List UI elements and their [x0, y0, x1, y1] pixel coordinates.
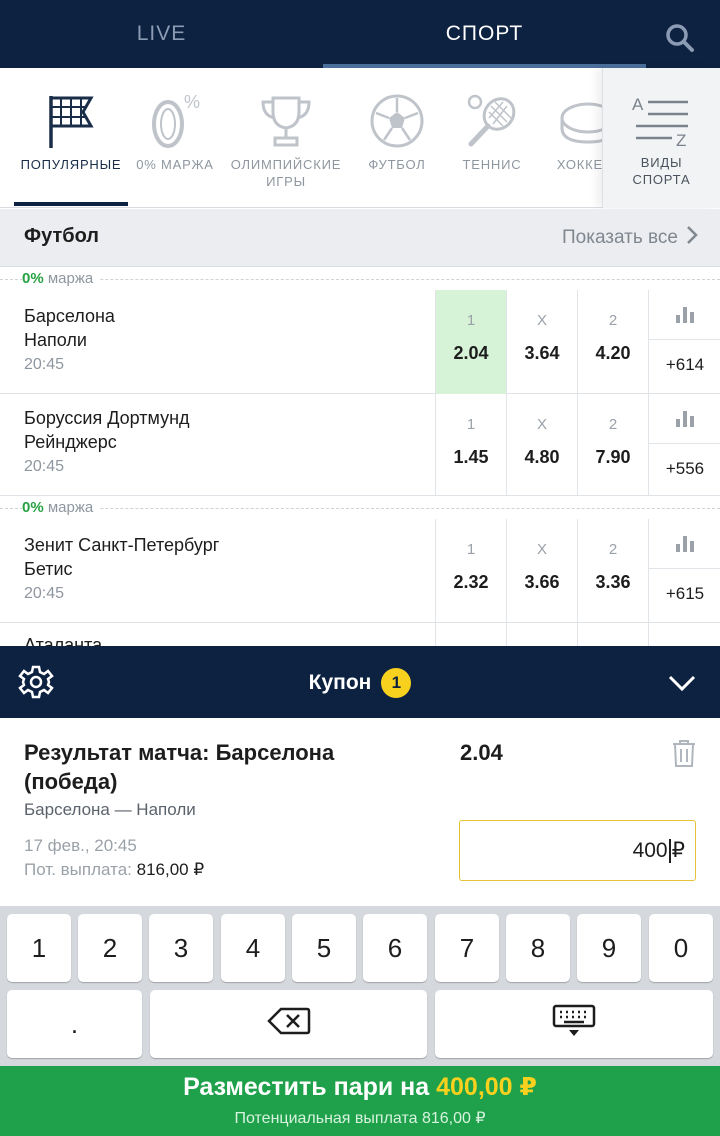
bet-potential-payout: Пот. выплата: 816,00 ₽: [24, 860, 205, 879]
away-team[interactable]: Наполи: [24, 330, 87, 351]
active-category-indicator: [14, 202, 128, 206]
key-0[interactable]: 0: [649, 914, 713, 982]
key-6[interactable]: 6: [363, 914, 427, 982]
match-stats: +615: [648, 519, 720, 623]
odd-draw[interactable]: X 4.80: [506, 394, 577, 496]
bar-chart-icon[interactable]: [649, 519, 720, 569]
sport-kinds-label: ВИДЫ СПОРТА: [632, 155, 691, 187]
match-stats: +614: [648, 290, 720, 394]
key-4[interactable]: 4: [221, 914, 285, 982]
text-cursor: [668, 838, 671, 863]
odd-home-win[interactable]: 1 1.45: [435, 394, 506, 496]
category-football[interactable]: ФУТБОЛ: [350, 68, 444, 208]
key-1[interactable]: 1: [7, 914, 71, 982]
odd-draw[interactable]: X 3.64: [506, 290, 577, 394]
place-bet-potential-payout: Потенциальная выплата 816,00 ₽: [234, 1110, 486, 1127]
category-label: ОЛИМПИЙСКИЕ ИГРЫ: [230, 157, 342, 189]
odd-away-win[interactable]: 2 4.20: [577, 290, 648, 394]
chevron-down-icon[interactable]: [664, 666, 700, 700]
bet-selection-title: Результат матча: Барселона (победа): [24, 740, 335, 794]
coupon-header: Купон 1: [0, 646, 720, 718]
category-popular[interactable]: ПОПУЛЯРНЫЕ: [14, 68, 128, 208]
key-2[interactable]: 2: [78, 914, 142, 982]
match-row: Боруссия Дортмунд Рейнджерс 20:45 1 1.45 …: [0, 394, 720, 496]
stake-input[interactable]: 400 ₽: [459, 820, 696, 881]
zero-margin-tag: 0% маржа: [22, 270, 100, 287]
home-team[interactable]: Зенит Санкт-Петербург: [24, 535, 219, 556]
soccer-ball-icon: [364, 90, 430, 152]
home-team[interactable]: Боруссия Дортмунд: [24, 408, 190, 429]
match-time: 20:45: [24, 458, 65, 475]
sort-az-icon: A Z: [632, 94, 692, 150]
match-stats: +556: [648, 394, 720, 496]
sport-kinds-button[interactable]: A Z ВИДЫ СПОРТА: [602, 68, 720, 208]
keyboard-hide-icon: [552, 1004, 596, 1045]
category-label: ФУТБОЛ: [368, 157, 426, 172]
numeric-keyboard: 1 2 3 4 5 6 7 8 9 0 .: [0, 906, 720, 1066]
backspace-icon: [266, 1007, 311, 1042]
category-label: ПОПУЛЯРНЫЕ: [20, 157, 122, 172]
trophy-icon: [253, 90, 319, 152]
odd-away-win[interactable]: 2 3.36: [577, 519, 648, 623]
zero-margin-divider: 0% маржа: [0, 268, 720, 290]
chevron-right-icon: [686, 225, 698, 251]
key-3[interactable]: 3: [149, 914, 213, 982]
trash-icon[interactable]: [670, 738, 698, 768]
place-bet-button[interactable]: Разместить пари на 400,00 ₽ Потенциальна…: [0, 1066, 720, 1136]
hide-keyboard-key[interactable]: [435, 990, 713, 1058]
svg-text:%: %: [184, 92, 200, 112]
key-9[interactable]: 9: [577, 914, 641, 982]
home-team[interactable]: Барселона: [24, 306, 115, 327]
more-markets-button[interactable]: +614: [649, 340, 720, 390]
zero-margin-tag: 0% маржа: [22, 499, 100, 516]
section-title: Футбол: [24, 225, 100, 247]
more-markets-button[interactable]: +615: [649, 569, 720, 619]
bar-chart-icon[interactable]: [649, 394, 720, 444]
category-label: 0% МАРЖА: [136, 157, 214, 172]
coupon-bet: Результат матча: Барселона (победа) 2.04…: [0, 718, 720, 906]
coupon-count-badge: 1: [381, 668, 412, 698]
tab-sport[interactable]: СПОРТ: [323, 0, 646, 68]
football-section-header: Футбол Показать все: [0, 209, 720, 267]
match-row: 0% маржа Зенит Санкт-Петербург Бетис 20:…: [0, 497, 720, 623]
match-time: 20:45: [24, 356, 65, 373]
match-time: 20:45: [24, 585, 65, 602]
backspace-key[interactable]: [150, 990, 427, 1058]
key-8[interactable]: 8: [506, 914, 570, 982]
bet-event: Барселона — Наполи: [24, 800, 196, 819]
show-all-link[interactable]: Показать все: [562, 225, 698, 251]
key-5[interactable]: 5: [292, 914, 356, 982]
category-tennis[interactable]: ТЕННИС: [444, 68, 540, 208]
away-team[interactable]: Бетис: [24, 559, 73, 580]
zero-margin-divider: 0% маржа: [0, 497, 720, 519]
coupon-title[interactable]: Купон 1: [0, 668, 720, 698]
odd-home-win[interactable]: 1 2.04: [435, 290, 506, 394]
zero-percent-icon: %: [142, 90, 208, 152]
odd-draw[interactable]: X 3.66: [506, 519, 577, 623]
bar-chart-icon[interactable]: [649, 290, 720, 340]
tennis-racket-icon: [459, 90, 525, 152]
search-icon[interactable]: [660, 18, 700, 58]
svg-text:A: A: [632, 95, 644, 114]
category-zero-margin[interactable]: % 0% МАРЖА: [128, 68, 222, 208]
place-bet-label: Разместить пари на 400,00 ₽: [183, 1073, 537, 1101]
tab-live[interactable]: LIVE: [0, 0, 323, 68]
key-7[interactable]: 7: [435, 914, 499, 982]
bet-date: 17 фев., 20:45: [24, 836, 137, 855]
away-team[interactable]: Рейнджерс: [24, 432, 117, 453]
match-row: 0% маржа Барселона Наполи 20:45 1 2.04 X3…: [0, 268, 720, 394]
more-markets-button[interactable]: +556: [649, 444, 720, 494]
category-olympics[interactable]: ОЛИМПИЙСКИЕ ИГРЫ: [222, 68, 350, 208]
odd-away-win[interactable]: 2 7.90: [577, 394, 648, 496]
sport-categories: ПОПУЛЯРНЫЕ % 0% МАРЖА ОЛИМПИЙСКИЕ ИГРЫ Ф…: [0, 68, 720, 208]
top-navigation: LIVE СПОРТ: [0, 0, 720, 68]
category-label: ТЕННИС: [462, 157, 522, 172]
bet-odd: 2.04: [460, 740, 503, 765]
key-dot[interactable]: .: [7, 990, 142, 1058]
odd-home-win[interactable]: 1 2.32: [435, 519, 506, 623]
flag-grid-icon: [38, 90, 104, 152]
svg-text:Z: Z: [676, 131, 686, 150]
